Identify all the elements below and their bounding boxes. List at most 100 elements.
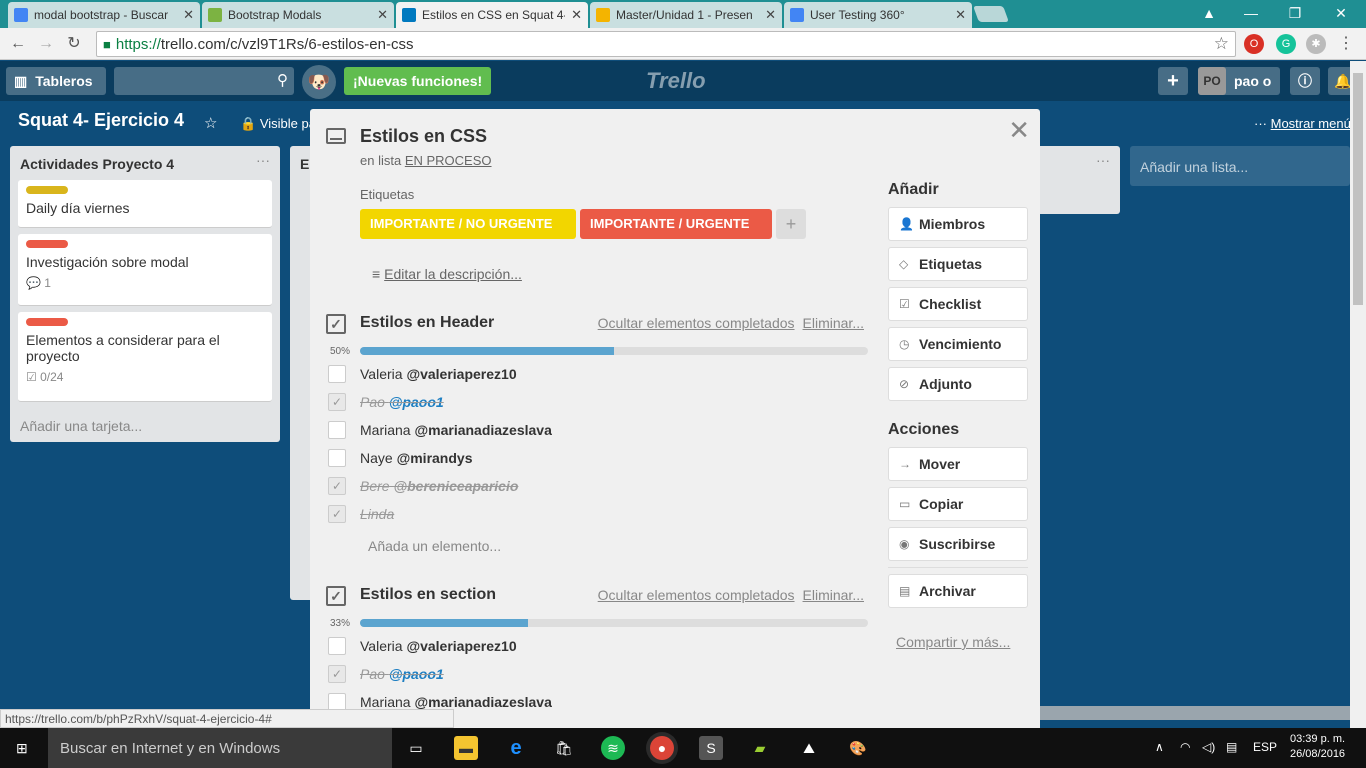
paint-icon[interactable]: 🎨 (846, 736, 870, 760)
board-horizontal-scrollbar[interactable] (1040, 706, 1350, 720)
archive-button[interactable]: ▤ Archivar (888, 574, 1028, 608)
close-icon[interactable]: ✕ (1008, 115, 1030, 146)
clock[interactable]: 03:39 p. m. 26/08/2016 (1290, 732, 1345, 762)
close-icon[interactable]: ✕ (377, 7, 388, 23)
card-daily[interactable]: Daily día viernes (18, 180, 272, 228)
item-checkbox[interactable]: ✓ (328, 477, 346, 495)
task-view-icon[interactable]: ▭ (404, 736, 428, 760)
checklist-title[interactable]: Estilos en Header (360, 314, 494, 332)
edge-icon[interactable]: e (504, 736, 528, 760)
star-icon[interactable]: ☆ (204, 114, 217, 132)
search-input[interactable]: ⚲ (114, 67, 294, 95)
due-date-button[interactable]: ◷ Vencimiento (888, 327, 1028, 361)
scrollbar-thumb[interactable] (1353, 73, 1363, 305)
checklist-item[interactable]: ✓ Pao @paoo1 (328, 392, 848, 414)
chrome-icon[interactable]: ● (650, 736, 674, 760)
browser-tab-2[interactable]: Bootstrap Modals ✕ (202, 2, 394, 28)
show-menu-link[interactable]: ··· Mostrar menú (1254, 116, 1351, 131)
checklist-item[interactable]: ✓ Bere @bereniceaparicio (328, 476, 848, 498)
bookmark-star-icon[interactable]: ☆ (1214, 34, 1229, 54)
add-icon[interactable]: + (1158, 67, 1188, 95)
checklist-item[interactable]: Valeria @valeriaperez10 (328, 636, 848, 658)
minimize-button[interactable]: — (1228, 0, 1274, 26)
taskbar-search-input[interactable]: Buscar en Internet y en Windows (48, 728, 392, 768)
item-checkbox[interactable] (328, 449, 346, 467)
checklist-item[interactable]: ✓ Linda (328, 504, 848, 526)
close-icon[interactable]: ✕ (183, 7, 194, 23)
maximize-button[interactable]: ❐ (1272, 0, 1318, 26)
chevron-up-icon[interactable]: ∧ (1155, 740, 1164, 754)
boards-button[interactable]: ▥ Tableros (6, 67, 106, 95)
trello-logo[interactable]: Trello (646, 68, 706, 94)
item-checkbox[interactable] (328, 365, 346, 383)
new-features-button[interactable]: ¡Nuevas funciones! (344, 67, 492, 95)
browser-tab-3[interactable]: Estilos en CSS en Squat 4- ✕ (396, 2, 588, 28)
subscribe-button[interactable]: ◉ Suscribirse (888, 527, 1028, 561)
close-icon[interactable]: ✕ (571, 7, 582, 23)
checklist-item[interactable]: Mariana @marianadiazeslava (328, 420, 848, 442)
chrome-menu-icon[interactable]: ⋮ (1336, 34, 1356, 54)
delete-checklist-link[interactable]: Eliminar... (803, 587, 864, 603)
item-checkbox[interactable] (328, 421, 346, 439)
checklist-title[interactable]: Estilos en section (360, 586, 496, 604)
list-title[interactable]: E (300, 156, 309, 172)
info-icon[interactable]: ⓘ (1290, 67, 1320, 95)
list-menu-icon[interactable]: ··· (256, 152, 270, 168)
page-scrollbar[interactable] (1350, 61, 1366, 729)
file-explorer-icon[interactable]: ▬ (454, 736, 478, 760)
sticky-notes-icon[interactable]: ▰ (748, 736, 772, 760)
user-menu-button[interactable]: PO pao o (1198, 67, 1280, 95)
copy-button[interactable]: ▭ Copiar (888, 487, 1028, 521)
wifi-icon[interactable]: ◠ (1180, 740, 1190, 754)
extension-icon[interactable]: ✱ (1306, 34, 1326, 54)
checklist-item[interactable]: Naye @mirandys (328, 448, 848, 470)
notifications-icon[interactable]: ▤ (1226, 740, 1237, 754)
opera-extension-icon[interactable]: O (1244, 34, 1264, 54)
hide-completed-link[interactable]: Ocultar elementos completados (598, 587, 795, 603)
add-label-button[interactable]: + (776, 209, 806, 239)
sublime-icon[interactable]: S (699, 736, 723, 760)
add-list-button[interactable]: Añadir una lista... (1130, 146, 1350, 186)
browser-tab-5[interactable]: User Testing 360° ✕ (784, 2, 972, 28)
checklist-button[interactable]: ☑ Checklist (888, 287, 1028, 321)
list-link[interactable]: EN PROCESO (405, 153, 492, 168)
board-title[interactable]: Squat 4- Ejercicio 4 (18, 110, 184, 131)
card-investigacion[interactable]: Investigación sobre modal 💬 1 (18, 234, 272, 306)
card-elementos[interactable]: Elementos a considerar para el proyecto … (18, 312, 272, 402)
list-title[interactable]: Actividades Proyecto 4 (20, 156, 174, 172)
new-tab-button[interactable] (973, 6, 1009, 22)
close-icon[interactable]: ✕ (955, 7, 966, 23)
user-icon[interactable]: ▲ (1186, 0, 1232, 26)
add-item-link[interactable]: Añada un elemento... (368, 538, 501, 554)
back-button[interactable]: ← (8, 34, 28, 54)
language-indicator[interactable]: ESP (1253, 740, 1277, 754)
item-checkbox[interactable]: ✓ (328, 393, 346, 411)
checklist-item[interactable]: ✓ Pao @paoo1 (328, 664, 848, 686)
item-checkbox[interactable] (328, 637, 346, 655)
labels-button[interactable]: ◇ Etiquetas (888, 247, 1028, 281)
members-button[interactable]: 👤 Miembros (888, 207, 1028, 241)
windows-start-icon[interactable]: ⊞ (16, 740, 32, 756)
browser-tab-1[interactable]: modal bootstrap - Buscar ✕ (8, 2, 200, 28)
hide-completed-link[interactable]: Ocultar elementos completados (598, 315, 795, 331)
move-button[interactable]: → Mover (888, 447, 1028, 481)
checklist-item[interactable]: Valeria @valeriaperez10 (328, 364, 848, 386)
edit-description-link[interactable]: ≡ Editar la descripción... (368, 266, 522, 282)
reload-button[interactable]: ↻ (64, 34, 84, 54)
grammarly-extension-icon[interactable]: G (1276, 34, 1296, 54)
close-window-button[interactable]: ✕ (1318, 0, 1364, 26)
card-title[interactable]: Estilos en CSS (360, 126, 487, 147)
forward-button[interactable]: → (36, 34, 56, 54)
close-icon[interactable]: ✕ (765, 7, 776, 23)
share-more-link[interactable]: Compartir y más... (896, 634, 1010, 650)
attachment-button[interactable]: ⊘ Adjunto (888, 367, 1028, 401)
item-checkbox[interactable]: ✓ (328, 505, 346, 523)
visibility-button[interactable]: 🔒 Visible pa (240, 116, 316, 132)
address-bar[interactable]: ■ https://trello.com/c/vzl9T1Rs/6-estilo… (96, 31, 1236, 57)
taco-mascot-icon[interactable]: 🐶 (302, 65, 336, 99)
item-checkbox[interactable]: ✓ (328, 665, 346, 683)
label-important-not-urgent[interactable]: IMPORTANTE / NO URGENTE (360, 209, 576, 239)
volume-icon[interactable]: ◁) (1202, 740, 1215, 754)
store-icon[interactable]: 🛍 (552, 736, 576, 760)
add-card-link[interactable]: Añadir una tarjeta... (20, 418, 142, 434)
